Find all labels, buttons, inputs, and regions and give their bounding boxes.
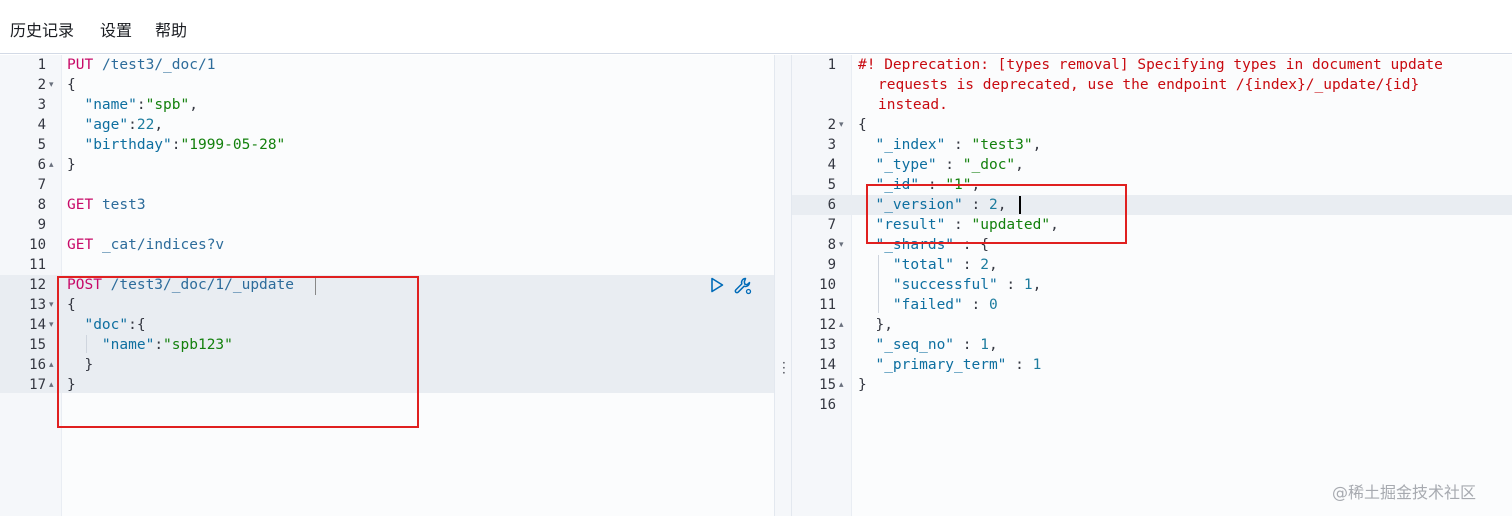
line-number: 11 (29, 257, 46, 273)
line-number: 10 (819, 277, 836, 293)
menu-settings[interactable]: 设置 (100, 20, 132, 42)
res-line-2: { (858, 117, 867, 133)
line-number: 11 (819, 297, 836, 313)
play-icon[interactable] (708, 276, 726, 294)
res-line-10: "successful" : 1, (892, 277, 1042, 293)
res-line-15: } (858, 377, 867, 393)
line-number: 13 (29, 297, 46, 313)
code-line-1: PUT /test3/_doc/1 (67, 57, 216, 73)
fold-toggle-icon[interactable]: ▾ (839, 235, 844, 255)
line-number: 3 (827, 137, 836, 153)
line-number: 13 (819, 337, 836, 353)
line-number: 9 (37, 217, 46, 233)
res-line-11: "failed" : 0 (892, 297, 998, 313)
menu-help[interactable]: 帮助 (155, 20, 187, 42)
response-viewer[interactable]: 1 2 ▾ 3 4 5 6 7 8 ▾ 9 10 11 12 ▴ 13 14 15 ▴ 16 #! Deprecati… (792, 55, 1512, 516)
fold-toggle-icon[interactable]: ▾ (839, 115, 844, 135)
line-number: 9 (827, 257, 836, 273)
code-line-5: "birthday":"1999-05-28" (84, 137, 286, 153)
line-number: 5 (37, 137, 46, 153)
annotation-box-request (57, 276, 419, 428)
deprecation-warning-1: #! Deprecation: [types removal] Specifyi… (858, 57, 1443, 73)
line-number: 16 (819, 397, 836, 413)
res-line-3: "_index" : "test3", (875, 137, 1042, 153)
line-number: 2 (827, 117, 836, 133)
res-line-4: "_type" : "_doc", (875, 157, 1024, 173)
res-line-14: "_primary_term" : 1 (875, 357, 1042, 373)
line-number: 1 (37, 57, 46, 73)
res-line-12: }, (875, 317, 893, 333)
pane-resizer[interactable]: · · · (774, 55, 792, 516)
line-number: 3 (37, 97, 46, 113)
line-number: 2 (37, 77, 46, 93)
code-line-10: GET _cat/indices?v (67, 237, 225, 253)
line-number: 12 (29, 277, 46, 293)
code-line-8: GET test3 (67, 197, 146, 213)
code-line-6: } (67, 157, 76, 173)
line-number: 15 (29, 337, 46, 353)
fold-toggle-icon[interactable]: ▾ (49, 295, 54, 315)
line-number: 5 (827, 177, 836, 193)
line-number: 16 (29, 357, 46, 373)
fold-toggle-icon[interactable]: ▴ (49, 355, 54, 375)
code-line-3: "name":"spb", (84, 97, 198, 113)
menu-history[interactable]: 历史记录 (10, 20, 74, 42)
line-number: 12 (819, 317, 836, 333)
wrench-icon[interactable] (733, 276, 753, 296)
line-number: 17 (29, 377, 46, 393)
res-line-13: "_seq_no" : 1, (875, 337, 998, 353)
deprecation-warning-2: requests is deprecated, use the endpoint… (878, 77, 1420, 93)
line-number: 7 (827, 217, 836, 233)
line-number: 14 (819, 357, 836, 373)
res-line-9: "total" : 2, (892, 257, 998, 273)
fold-toggle-icon[interactable]: ▾ (49, 75, 54, 95)
line-number: 15 (819, 377, 836, 393)
deprecation-warning-3: instead. (878, 97, 948, 113)
line-number: 7 (37, 177, 46, 193)
line-number: 1 (827, 57, 836, 73)
line-number: 4 (827, 157, 836, 173)
code-line-2: { (67, 77, 76, 93)
fold-toggle-icon[interactable]: ▴ (839, 375, 844, 395)
line-number: 10 (29, 237, 46, 253)
vertical-dots-icon: · · · (782, 356, 786, 380)
watermark: @稀土掘金技术社区 (1332, 483, 1477, 502)
line-number: 8 (827, 237, 836, 253)
annotation-box-response (866, 184, 1127, 244)
fold-toggle-icon[interactable]: ▾ (49, 315, 54, 335)
fold-toggle-icon[interactable]: ▴ (49, 155, 54, 175)
top-menu-bar: 历史记录 设置 帮助 (0, 0, 1512, 54)
line-number: 14 (29, 317, 46, 333)
line-number: 6 (827, 197, 836, 213)
code-line-4: "age":22, (84, 117, 164, 133)
line-number: 6 (37, 157, 46, 173)
fold-toggle-icon[interactable]: ▴ (839, 315, 844, 335)
line-number: 8 (37, 197, 46, 213)
line-number: 4 (37, 117, 46, 133)
fold-toggle-icon[interactable]: ▴ (49, 375, 54, 395)
